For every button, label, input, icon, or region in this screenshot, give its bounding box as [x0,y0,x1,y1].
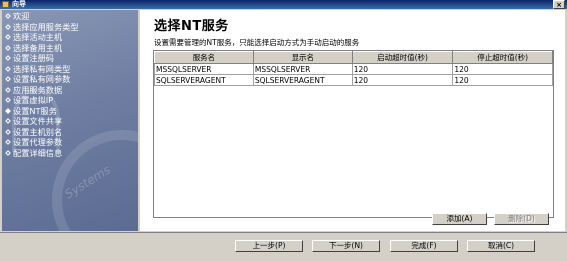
diamond-icon [5,139,11,145]
step-item-file-share: 设置文件共享 [5,116,79,127]
table-row[interactable]: MSSQLSERVER MSSQLSERVER 120 120 [154,63,553,75]
diamond-icon [5,149,11,156]
delete-button[interactable]: 删除(D) [494,213,549,225]
cell-start-timeout[interactable]: 120 [351,63,454,75]
cell-display-name[interactable]: MSSQLSERVER [252,63,353,75]
finish-button[interactable]: 完成(F) [390,240,458,252]
cancel-button[interactable]: 取消(C) [467,240,535,252]
service-table: 服务名 显示名 启动超时值(秒) 停止超时值(秒) MSSQLSERVER MS… [154,51,553,86]
column-header-service-name[interactable]: 服务名 [154,51,254,64]
add-button[interactable]: 添加(A) [432,213,487,225]
next-button[interactable]: 下一步(N) [312,240,380,252]
diamond-icon [5,76,11,82]
column-header-stop-timeout[interactable]: 停止超时值(秒) [452,51,553,64]
page-title: 选择NT服务 [154,19,229,34]
diamond-icon [5,23,11,30]
diamond-icon [5,13,11,19]
step-item-agent-params: 设置代理参数 [5,137,79,148]
step-item-service-type: 选择应用服务类型 [5,22,79,33]
cell-display-name[interactable]: SQLSERVERAGENT [252,74,353,86]
table-header-row: 服务名 显示名 启动超时值(秒) 停止超时值(秒) [154,51,553,64]
wizard-footer: 上一步(P) 下一步(N) 完成(F) 取消(C) [0,232,567,261]
diamond-icon [5,65,11,72]
cell-stop-timeout[interactable]: 120 [452,74,553,86]
window-title: 向导 [12,0,26,8]
app-icon [2,1,9,8]
diamond-icon [5,86,11,93]
column-header-display-name[interactable]: 显示名 [252,51,353,64]
step-item-host-alias: 设置主机别名 [5,127,79,138]
diamond-filled-icon [5,107,11,114]
step-item-service-data: 应用服务数据 [5,85,79,96]
step-item-welcome: 欢迎 [5,11,79,22]
table-row[interactable]: SQLSERVERAGENT SQLSERVERAGENT 120 120 [154,74,553,86]
instruction-text: 设置需要管理的NT服务，只能选择启动方式为手动启动的服务 [154,38,360,47]
step-item-nt-service: 设置NT服务 [5,106,79,117]
cell-service-name[interactable]: SQLSERVERAGENT [154,74,254,86]
step-list: 欢迎 选择应用服务类型 选择活动主机 选择备用主机 设置注册码 选择私有网类型 … [5,11,79,158]
diamond-icon [5,44,11,51]
step-item-config-details: 配置详细信息 [5,148,79,159]
main-panel: 选择NT服务 设置需要管理的NT服务，只能选择启动方式为手动启动的服务 服务名 … [140,10,565,231]
diamond-icon [5,118,11,124]
step-item-registration: 设置注册码 [5,53,79,64]
cell-service-name[interactable]: MSSQLSERVER [154,63,254,75]
step-item-private-net-type: 选择私有网类型 [5,64,79,75]
title-bar[interactable]: 向导 × [0,0,567,9]
cell-stop-timeout[interactable]: 120 [452,63,553,75]
wizard-window: 向导 × Systems 欢迎 选择应用服务类型 选择活动主机 选择备用主机 设… [0,0,567,261]
diamond-icon [5,128,11,135]
step-item-private-net-params: 设置私有网参数 [5,74,79,85]
cell-start-timeout[interactable]: 120 [351,74,454,86]
step-item-standby-host: 选择备用主机 [5,43,79,54]
diamond-icon [5,97,11,103]
close-button[interactable]: × [553,0,565,9]
wizard-steps-sidebar: Systems 欢迎 选择应用服务类型 选择活动主机 选择备用主机 设置注册码 … [2,10,138,231]
diamond-icon [5,55,11,61]
diamond-icon [5,34,11,40]
step-item-active-host: 选择活动主机 [5,32,79,43]
step-item-virtual-ip: 设置虚拟IP [5,95,79,106]
back-button[interactable]: 上一步(P) [235,240,303,252]
column-header-start-timeout[interactable]: 启动超时值(秒) [351,51,454,64]
